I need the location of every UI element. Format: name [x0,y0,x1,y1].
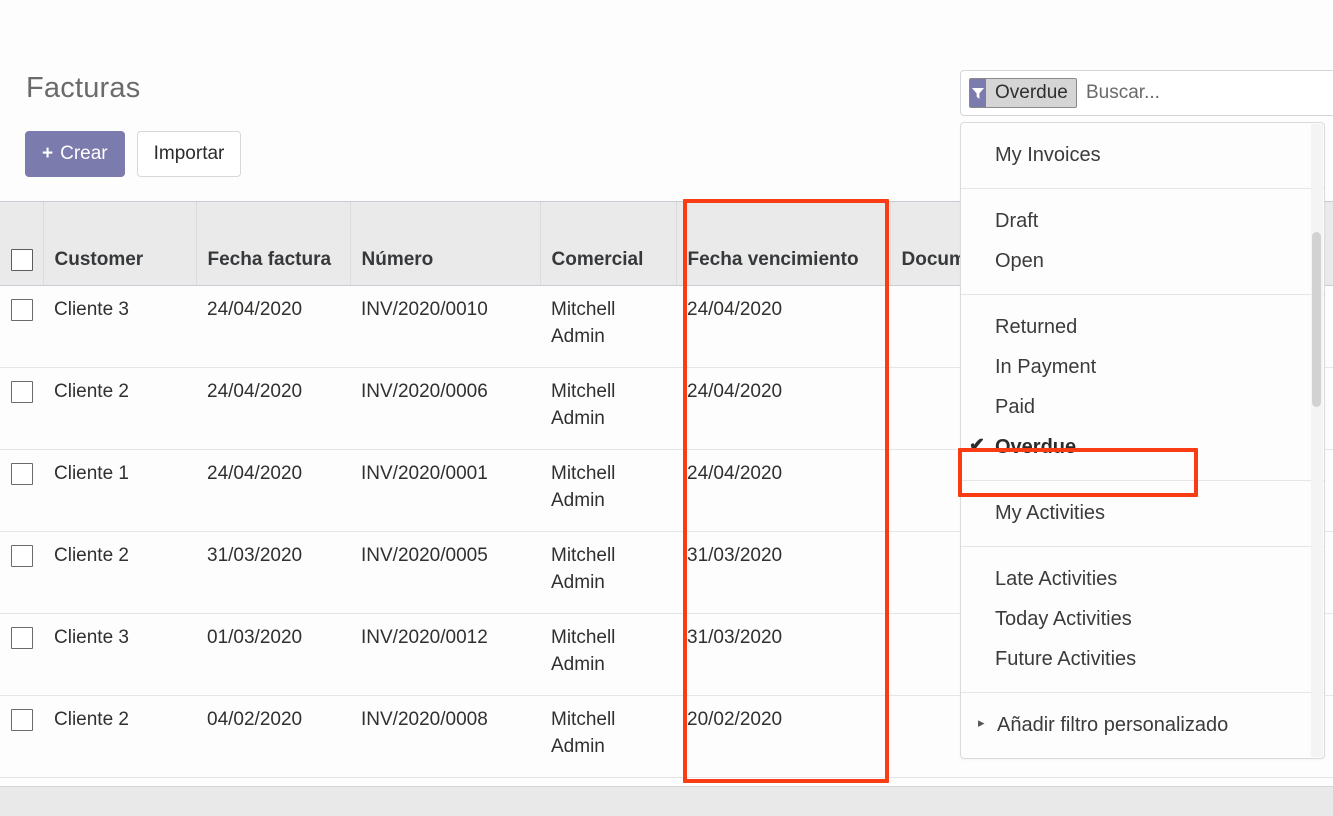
cell-customer: Cliente 3 [43,613,196,696]
row-checkbox[interactable] [11,708,33,731]
row-checkbox[interactable] [11,544,33,567]
dropdown-group: Returned In Payment Paid ✔ Overdue [961,294,1324,480]
search-input[interactable] [1084,71,1333,115]
row-checkbox[interactable] [11,626,33,649]
cell-comercial: Mitchell Admin [540,531,676,614]
chevron-right-icon: ▸ [978,715,985,730]
dropdown-item-label: Late Activities [995,568,1118,590]
dropdown-group: My Invoices [961,123,1324,188]
create-button[interactable]: + Crear [25,131,125,177]
row-checkbox[interactable] [11,380,33,403]
row-select-cell [0,449,43,532]
dropdown-item-label: My Invoices [995,144,1101,166]
cell-fecha-factura: 31/03/2020 [196,531,350,614]
row-select-cell [0,695,43,778]
cell-numero: INV/2020/0006 [350,367,540,450]
row-checkbox[interactable] [11,298,33,321]
row-checkbox[interactable] [11,462,33,485]
dropdown-item-overdue[interactable]: ✔ Overdue [961,427,1324,467]
page-title: Facturas [26,72,141,104]
dropdown-item-a-adir-filtro-personalizado[interactable]: ▸ Añadir filtro personalizado [961,705,1324,745]
plus-icon: + [42,143,54,164]
dropdown-item-paid[interactable]: Paid [961,387,1324,427]
cell-fecha-factura: 01/03/2020 [196,613,350,696]
dropdown-item-today-activities[interactable]: Today Activities [961,599,1324,639]
cell-fecha-vencimiento: 24/04/2020 [676,367,890,450]
dropdown-item-label: Today Activities [995,608,1132,630]
dropdown-item-label: In Payment [995,356,1097,378]
cell-fecha-vencimiento: 31/03/2020 [676,531,890,614]
row-select-cell [0,613,43,696]
dropdown-group: ▸ Añadir filtro personalizado [961,692,1324,758]
cell-customer: Cliente 2 [43,531,196,614]
dropdown-item-late-activities[interactable]: Late Activities [961,559,1324,599]
cell-fecha-factura: 24/04/2020 [196,449,350,532]
cell-comercial: Mitchell Admin [540,449,676,532]
dropdown-item-future-activities[interactable]: Future Activities [961,639,1324,679]
cell-fecha-factura: 04/02/2020 [196,695,350,778]
row-select-cell [0,531,43,614]
dropdown-item-my-invoices[interactable]: My Invoices [961,135,1324,175]
cell-numero: INV/2020/0008 [350,695,540,778]
cell-fecha-vencimiento: 24/04/2020 [676,449,890,532]
select-all-checkbox[interactable] [11,249,33,272]
dropdown-item-open[interactable]: Open [961,241,1324,281]
row-select-cell [0,285,43,368]
cell-numero: INV/2020/0010 [350,285,540,368]
dropdown-group: Draft Open [961,188,1324,294]
cell-customer: Cliente 2 [43,695,196,778]
column-header-fecha-vencimiento[interactable]: Fecha vencimiento [675,201,890,286]
dropdown-item-label: Overdue [995,436,1077,458]
cell-customer: Cliente 1 [43,449,196,532]
dropdown-item-returned[interactable]: Returned [961,307,1324,347]
column-header-numero[interactable]: Número [349,201,540,286]
column-header-customer[interactable]: Customer [42,201,196,286]
close-icon[interactable]: ✖ [1076,85,1077,102]
row-select-cell [0,367,43,450]
dropdown-item-label: Future Activities [995,648,1137,670]
dropdown-item-label: Open [995,250,1044,272]
app-root: Facturas + Crear Importar Customer Fecha… [0,0,1333,816]
search-bar[interactable]: Overdue ✖ [960,70,1333,116]
cell-fecha-vencimiento: 24/04/2020 [676,285,890,368]
cell-fecha-vencimiento: 31/03/2020 [676,613,890,696]
cell-comercial: Mitchell Admin [540,613,676,696]
cell-comercial: Mitchell Admin [540,367,676,450]
search-facet-overdue[interactable]: Overdue ✖ [969,78,1077,108]
cell-numero: INV/2020/0005 [350,531,540,614]
import-button[interactable]: Importar [136,131,242,177]
cell-fecha-vencimiento: 20/02/2020 [676,695,890,778]
filter-icon [970,79,986,107]
column-header-fecha-factura[interactable]: Fecha factura [195,201,350,286]
dropdown-item-label: My Activities [995,502,1106,524]
search-facet-body: Overdue ✖ [986,79,1077,107]
dropdown-item-label: Añadir filtro personalizado [997,714,1229,736]
check-icon: ✔ [969,435,985,456]
cell-customer: Cliente 3 [43,285,196,368]
table-footer-bar [0,786,1333,816]
create-button-label: Crear [60,143,108,164]
dropdown-group: Late Activities Today Activities Future Ac… [961,546,1324,692]
cell-numero: INV/2020/0012 [350,613,540,696]
cell-fecha-factura: 24/04/2020 [196,285,350,368]
dropdown-group: My Activities [961,480,1324,546]
cell-comercial: Mitchell Admin [540,695,676,778]
dropdown-item-draft[interactable]: Draft [961,201,1324,241]
filters-dropdown-menu: My Invoices Draft Open Returned In Payment Pa… [960,122,1325,759]
column-header-comercial[interactable]: Comercial [539,201,676,286]
cell-numero: INV/2020/0001 [350,449,540,532]
column-header-select-all [0,201,43,286]
dropdown-item-my-activities[interactable]: My Activities [961,493,1324,533]
dropdown-item-in-payment[interactable]: In Payment [961,347,1324,387]
dropdown-item-label: Returned [995,316,1078,338]
cell-fecha-factura: 24/04/2020 [196,367,350,450]
dropdown-item-label: Draft [995,210,1039,232]
cell-customer: Cliente 2 [43,367,196,450]
cell-comercial: Mitchell Admin [540,285,676,368]
search-facet-label: Overdue [995,82,1068,103]
dropdown-item-label: Paid [995,396,1036,418]
action-button-row: + Crear Importar [25,131,242,177]
